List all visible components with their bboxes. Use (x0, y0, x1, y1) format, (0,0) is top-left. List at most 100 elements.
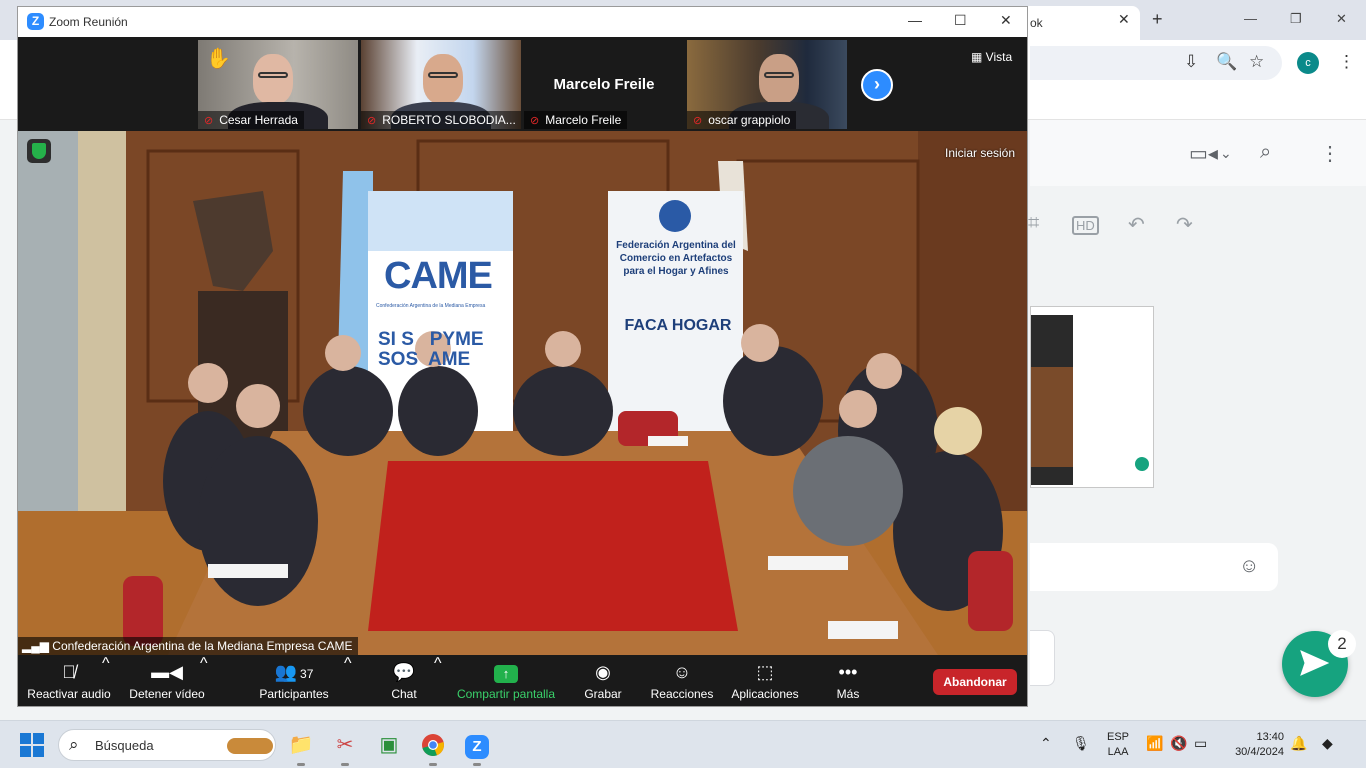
clock-time: 13:40 (1256, 731, 1284, 743)
participant-tile[interactable]: ⊘ ROBERTO SLOBODIA... (361, 40, 521, 129)
participants-label: Participantes (259, 687, 329, 701)
video-options-caret-icon[interactable]: ^ (200, 655, 208, 706)
meet-app-icon[interactable]: ▣ (374, 730, 404, 760)
address-bar[interactable] (1030, 46, 1282, 80)
restore-icon[interactable]: ❐ (1290, 11, 1302, 27)
video-camera-icon[interactable]: ▭◂ (1189, 141, 1218, 166)
chat-options-caret-icon[interactable]: ^ (434, 655, 442, 706)
participant-tile[interactable]: ✋ ⊘ Cesar Herrada (198, 40, 358, 129)
apps-button[interactable]: ⬚ Aplicaciones (728, 655, 802, 706)
chrome-icon[interactable] (418, 730, 448, 766)
emoji-icon[interactable]: ☺ (1239, 555, 1259, 578)
browser-tab-label: ok (1030, 16, 1043, 30)
system-clock[interactable]: 13:40 30/4/2024 (1224, 730, 1284, 760)
speaker-namebar: ▂▄▆ Confederación Argentina de la Median… (18, 637, 359, 655)
profile-avatar[interactable]: c (1297, 52, 1319, 74)
send-count-badge: 2 (1328, 630, 1356, 658)
browser-menu-icon[interactable]: ⋮ (1338, 52, 1355, 72)
bookmark-star-icon[interactable]: ☆ (1249, 52, 1264, 72)
audio-options-caret-icon[interactable]: ^ (102, 655, 110, 706)
signal-bars-icon: ▂▄▆ (22, 639, 53, 653)
record-button[interactable]: ◉ Grabar (578, 655, 628, 706)
snipping-tool-icon[interactable]: ✂ (330, 730, 360, 766)
participant-name: oscar grappiolo (708, 113, 791, 127)
more-vert-icon[interactable]: ⋮ (1320, 141, 1340, 166)
participant-name: ROBERTO SLOBODIA... (382, 113, 516, 127)
reactions-label: Reacciones (650, 687, 714, 701)
new-tab-icon[interactable]: + (1152, 9, 1163, 30)
minimize-icon[interactable]: — (1244, 11, 1257, 26)
input-language[interactable]: ESP LAA (1107, 730, 1129, 760)
muted-mic-icon: ⊘ (204, 115, 214, 127)
chat-button[interactable]: 💬 Chat (384, 655, 424, 706)
taskbar-search-box[interactable]: ⌕ Búsqueda (58, 729, 276, 761)
undo-icon[interactable]: ↶ (1128, 212, 1145, 237)
close-icon[interactable]: ✕ (1336, 11, 1347, 27)
more-dots-icon: ••• (838, 662, 858, 682)
zoom-minimize-icon[interactable]: — (908, 12, 922, 28)
participant-name: Cesar Herrada (219, 113, 298, 127)
crop-icon[interactable]: ⌗ (1028, 212, 1039, 235)
image-preview[interactable] (1030, 306, 1154, 488)
clock-date: 30/4/2024 (1235, 746, 1284, 758)
search-icon[interactable]: ⌕ (1260, 141, 1271, 164)
wifi-icon[interactable]: 📶 (1146, 735, 1163, 752)
chevron-down-icon[interactable]: ⌄ (1220, 145, 1232, 162)
windows-logo-pane (33, 746, 44, 757)
notification-bell-icon[interactable]: 🔔 (1290, 735, 1307, 752)
thumbnail-tray[interactable] (1030, 630, 1055, 686)
zoom-maximize-icon[interactable]: ☐ (954, 12, 967, 29)
file-explorer-icon[interactable]: 📁 (286, 730, 316, 766)
record-icon: ◉ (595, 662, 611, 682)
zoom-close-icon[interactable]: ✕ (1000, 12, 1012, 29)
participants-options-caret-icon[interactable]: ^ (344, 655, 352, 706)
banner-faca-brand: FACA HOGAR (624, 317, 732, 334)
participant-face (423, 54, 463, 104)
share-screen-button[interactable]: ↑ Compartir pantalla (454, 655, 558, 706)
zoom-taskbar-icon[interactable]: Z (462, 730, 492, 766)
reactions-button[interactable]: ☺ Reacciones (650, 655, 714, 706)
reactions-icon: ☺ (672, 662, 692, 682)
stop-video-button[interactable]: ▬◀ Detener vídeo (126, 655, 208, 706)
hd-icon[interactable]: HD (1072, 216, 1099, 235)
search-highlight-image (227, 738, 273, 754)
participant-tile[interactable]: Marcelo Freile ⊘ Marcelo Freile (524, 40, 684, 129)
unmute-audio-label: Reactivar audio (27, 687, 111, 701)
microphone-icon[interactable]: 🎙 (1072, 735, 1090, 752)
participant-tile[interactable]: ⊘ oscar grappiolo (687, 40, 847, 129)
copilot-icon[interactable]: ◆ (1322, 735, 1333, 752)
tab-close-icon[interactable]: ✕ (1118, 11, 1130, 28)
leave-meeting-button[interactable]: Abandonar (933, 669, 1017, 695)
show-hidden-icons-icon[interactable]: ⌃ (1040, 735, 1052, 752)
main-video[interactable]: CAME Confederación Argentina de la Media… (18, 131, 1027, 655)
participants-button[interactable]: 👥 37 Participantes (258, 655, 330, 706)
zoom-lens-icon[interactable]: 🔍 (1216, 52, 1237, 72)
window-title: Zoom Reunión (49, 15, 128, 29)
install-app-icon[interactable]: ⇩ (1184, 52, 1198, 72)
view-button[interactable]: ▦ Vista (971, 50, 1012, 64)
participant-face (759, 54, 799, 104)
chrome-logo (422, 734, 444, 757)
next-page-button[interactable]: › (861, 69, 893, 101)
windows-logo-pane (20, 746, 31, 757)
more-button[interactable]: ••• Más (830, 655, 866, 706)
share-screen-label: Compartir pantalla (456, 687, 556, 701)
conference-room-scene (18, 131, 1027, 655)
unmute-audio-button[interactable]: 🎙̸ Reactivar audio (26, 655, 112, 706)
redo-icon[interactable]: ↷ (1176, 212, 1193, 237)
stop-video-label: Detener vídeo (129, 687, 205, 701)
participants-count: 37 (300, 667, 314, 681)
participant-namebar: ⊘ oscar grappiolo (687, 111, 797, 129)
volume-muted-icon[interactable]: 🔇 (1170, 735, 1187, 752)
sign-in-link[interactable]: Iniciar sesión (945, 146, 1015, 160)
battery-icon[interactable]: ▭ (1194, 735, 1207, 752)
view-label: Vista (985, 50, 1013, 64)
record-label: Grabar (584, 687, 622, 701)
start-button[interactable] (20, 733, 44, 757)
zoom-titlebar: Z Zoom Reunión — ☐ ✕ (18, 7, 1027, 37)
chat-bubble-icon: 💬 (392, 662, 416, 682)
preview-send-dot (1135, 457, 1149, 471)
banner-slogan-2: SOS AME (378, 349, 471, 370)
encryption-shield-icon[interactable] (27, 139, 51, 163)
preview-photo (1031, 367, 1073, 467)
